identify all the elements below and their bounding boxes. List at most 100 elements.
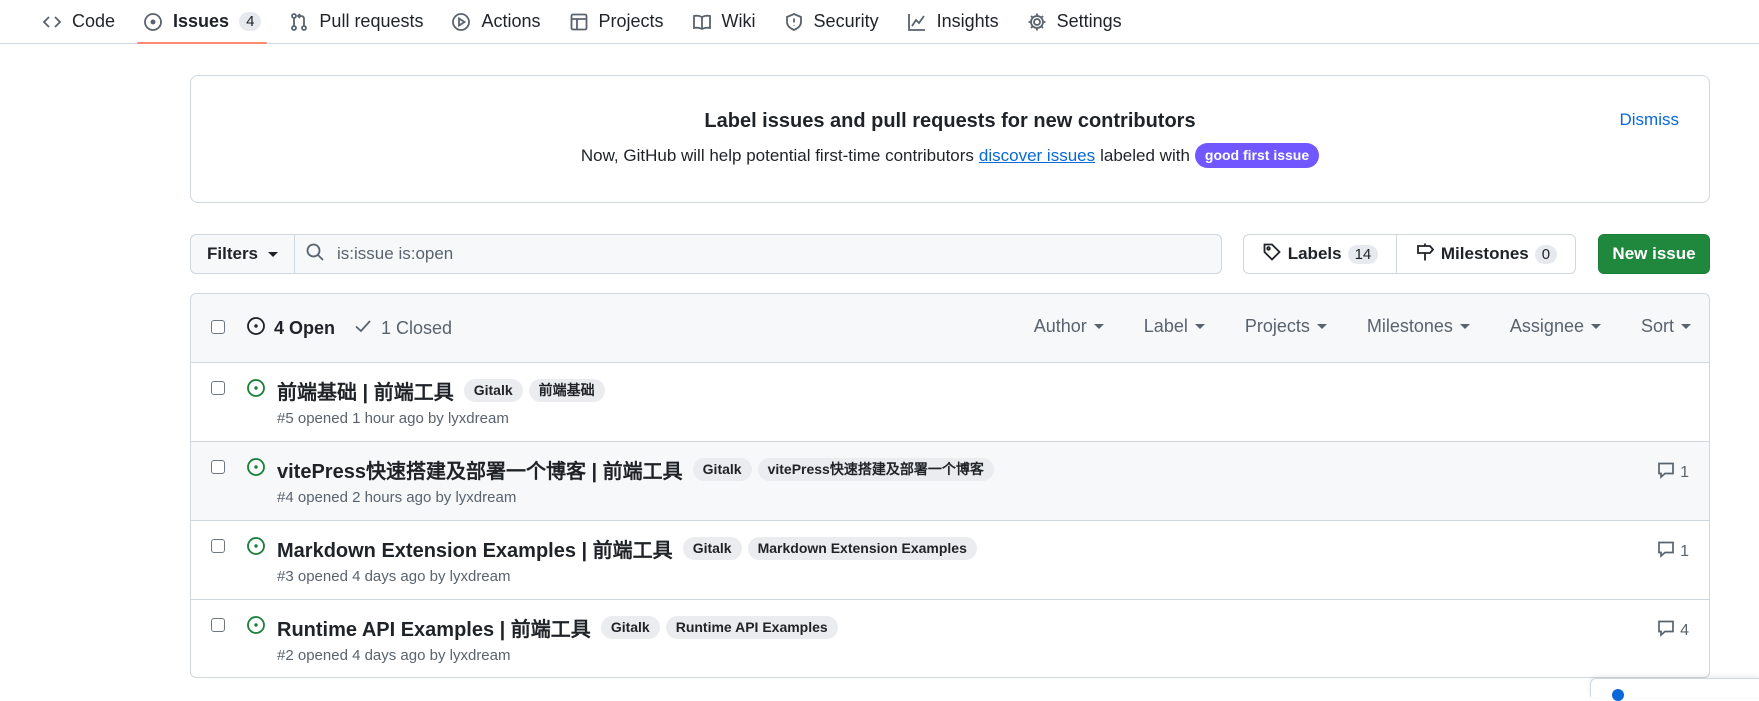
issue-checkbox[interactable] xyxy=(211,460,225,474)
select-all-checkbox[interactable] xyxy=(211,320,225,334)
dismiss-button[interactable]: Dismiss xyxy=(1620,110,1680,130)
tab-wiki[interactable]: Wiki xyxy=(678,0,770,43)
tab-code[interactable]: Code xyxy=(28,0,129,43)
issues-list-header: 4 Open 1 Closed Author Label Projects Mi… xyxy=(191,294,1709,363)
issue-label[interactable]: Gitalk xyxy=(463,379,523,402)
table-icon xyxy=(569,12,589,32)
filters-label: Filters xyxy=(207,244,259,263)
comments-link[interactable]: 4 xyxy=(1657,619,1689,642)
projects-filter[interactable]: Projects xyxy=(1245,316,1327,337)
label-filter[interactable]: Label xyxy=(1144,316,1205,337)
tab-actions[interactable]: Actions xyxy=(437,0,554,43)
projects-filter-label: Projects xyxy=(1244,316,1310,336)
gear-icon xyxy=(1027,12,1047,32)
issue-open-icon xyxy=(246,457,266,477)
contributors-banner: Label issues and pull requests for new c… xyxy=(190,75,1710,203)
tab-security[interactable]: Security xyxy=(770,0,893,43)
issue-meta: #4 opened 2 hours ago by lyxdream xyxy=(277,489,517,506)
issue-label[interactable]: Gitalk xyxy=(600,616,660,639)
issue-row[interactable]: Markdown Extension Examples | 前端工具 Gital… xyxy=(191,521,1709,600)
chevron-down-icon xyxy=(1093,324,1104,329)
issue-label[interactable]: Gitalk xyxy=(682,537,742,560)
assignee-filter-label: Assignee xyxy=(1509,316,1584,336)
search-input[interactable] xyxy=(335,243,1221,265)
search-wrap xyxy=(295,235,1221,273)
tab-wiki-label: Wiki xyxy=(721,11,756,31)
issue-row[interactable]: 前端基础 | 前端工具 Gitalk 前端基础 #5 opened 1 hour… xyxy=(191,363,1709,442)
labels-button[interactable]: Labels 14 xyxy=(1244,235,1397,273)
search-icon xyxy=(305,242,325,267)
issue-row[interactable]: Runtime API Examples | 前端工具 Gitalk Runti… xyxy=(191,600,1709,677)
tab-security-label: Security xyxy=(813,11,879,31)
banner-text-after: labeled with xyxy=(1100,145,1190,165)
sort-filter[interactable]: Sort xyxy=(1641,316,1691,337)
label-filter-label: Label xyxy=(1143,316,1188,336)
milestone-icon xyxy=(1415,242,1435,267)
banner-text-before: Now, GitHub will help potential first-ti… xyxy=(580,145,974,165)
graph-icon xyxy=(907,12,927,32)
issue-label[interactable]: vitePress快速搭建及部署一个博客 xyxy=(757,458,994,481)
milestones-label: Milestones xyxy=(1440,244,1529,263)
tab-pull-requests[interactable]: Pull requests xyxy=(275,0,437,43)
chevron-down-icon xyxy=(1194,324,1205,329)
milestones-counter: 0 xyxy=(1534,244,1558,264)
issue-checkbox[interactable] xyxy=(211,381,225,395)
book-icon xyxy=(692,12,712,32)
issue-label[interactable]: Gitalk xyxy=(692,458,752,481)
good-first-issue-label[interactable]: good first issue xyxy=(1194,143,1320,168)
closed-count-label: 1 Closed xyxy=(381,318,453,338)
comment-count: 4 xyxy=(1680,621,1689,639)
chevron-down-icon xyxy=(1316,324,1327,329)
issue-title-link[interactable]: Markdown Extension Examples | 前端工具 xyxy=(277,534,673,563)
author-filter[interactable]: Author xyxy=(1034,316,1104,337)
issue-label[interactable]: Markdown Extension Examples xyxy=(747,537,977,560)
issues-list: 4 Open 1 Closed Author Label Projects Mi… xyxy=(190,293,1710,678)
chevron-down-icon xyxy=(1590,324,1601,329)
milestones-filter-label: Milestones xyxy=(1366,316,1453,336)
issue-open-icon xyxy=(246,378,266,398)
play-icon xyxy=(451,12,471,32)
header-filter-menus: Author Label Projects Milestones Assigne… xyxy=(1034,316,1691,337)
issue-checkbox[interactable] xyxy=(211,618,225,632)
comment-count: 1 xyxy=(1680,463,1689,481)
comment-icon xyxy=(1657,540,1675,563)
tab-insights[interactable]: Insights xyxy=(893,0,1013,43)
labels-label: Labels xyxy=(1287,244,1342,263)
issue-title-link[interactable]: Runtime API Examples | 前端工具 xyxy=(277,613,591,642)
chevron-down-icon xyxy=(268,251,279,257)
new-issue-button[interactable]: New issue xyxy=(1598,234,1710,274)
issue-row[interactable]: vitePress快速搭建及部署一个博客 | 前端工具 Gitalk viteP… xyxy=(191,442,1709,521)
tab-settings[interactable]: Settings xyxy=(1013,0,1136,43)
tab-settings-label: Settings xyxy=(1056,11,1122,31)
comments-link[interactable]: 1 xyxy=(1657,540,1689,563)
code-icon xyxy=(42,12,62,32)
issue-title-link[interactable]: 前端基础 | 前端工具 xyxy=(277,376,454,405)
filters-button[interactable]: Filters xyxy=(191,235,296,273)
tab-projects[interactable]: Projects xyxy=(555,0,678,43)
issue-title-line: Markdown Extension Examples | 前端工具 Gital… xyxy=(277,534,977,563)
issue-meta: #5 opened 1 hour ago by lyxdream xyxy=(277,410,509,427)
tab-issues[interactable]: Issues 4 xyxy=(129,0,275,44)
assignee-filter[interactable]: Assignee xyxy=(1510,316,1601,337)
closed-issues-toggle[interactable]: 1 Closed xyxy=(353,316,452,341)
chevron-down-icon xyxy=(1459,324,1470,329)
open-count-label: 4 Open xyxy=(274,318,336,338)
shield-icon xyxy=(784,12,804,32)
discover-issues-link[interactable]: discover issues xyxy=(979,146,1095,166)
comment-count: 1 xyxy=(1680,542,1689,560)
issue-opened-icon xyxy=(246,316,266,341)
issue-title-link[interactable]: vitePress快速搭建及部署一个博客 | 前端工具 xyxy=(277,455,683,484)
issue-title-line: vitePress快速搭建及部署一个博客 | 前端工具 Gitalk viteP… xyxy=(277,455,994,484)
milestones-filter[interactable]: Milestones xyxy=(1367,316,1470,337)
issue-title-line: Runtime API Examples | 前端工具 Gitalk Runti… xyxy=(277,613,838,642)
sort-filter-label: Sort xyxy=(1640,316,1674,336)
issue-label[interactable]: 前端基础 xyxy=(528,379,605,402)
issue-open-icon xyxy=(246,536,266,556)
milestones-button[interactable]: Milestones 0 xyxy=(1397,235,1575,273)
open-issues-toggle[interactable]: 4 Open xyxy=(246,316,335,341)
issue-checkbox[interactable] xyxy=(211,539,225,553)
comments-link[interactable]: 1 xyxy=(1657,461,1689,484)
tab-issues-label: Issues xyxy=(173,11,230,31)
issue-label[interactable]: Runtime API Examples xyxy=(665,616,838,639)
git-pull-request-icon xyxy=(289,12,309,32)
